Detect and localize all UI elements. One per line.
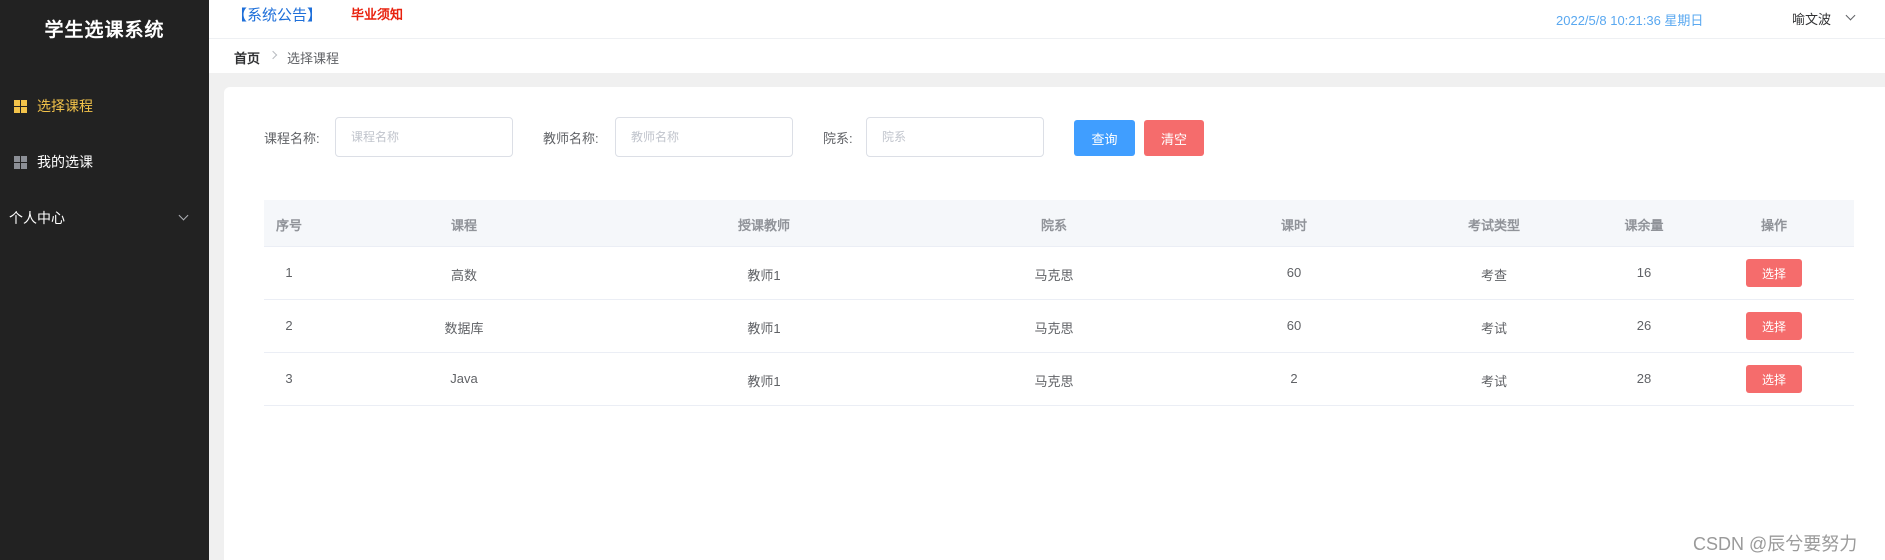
chevron-down-icon bbox=[178, 210, 189, 221]
column-header: 课时 bbox=[1280, 218, 1308, 233]
cell-teacher: 教师1 bbox=[747, 374, 781, 389]
sidebar-item-label: 我的选课 bbox=[37, 154, 93, 170]
breadcrumb-current: 选择课程 bbox=[287, 51, 340, 66]
column-header: 院系 bbox=[1040, 218, 1068, 233]
column-header: 序号 bbox=[275, 218, 303, 233]
teacher-name-input[interactable] bbox=[615, 117, 793, 157]
breadcrumb-home[interactable]: 首页 bbox=[234, 48, 260, 67]
column-header: 考试类型 bbox=[1467, 218, 1521, 233]
select-course-button[interactable]: 选择 bbox=[1746, 259, 1802, 287]
department-label: 院系: bbox=[823, 131, 853, 146]
sidebar-item-label: 选择课程 bbox=[37, 98, 93, 114]
cell-no: 3 bbox=[285, 371, 293, 386]
course-name-label: 课程名称: bbox=[264, 131, 320, 146]
sidebar: 学生选课系统 选择课程 我的选课 个人中心 bbox=[0, 0, 209, 560]
sidebar-item-personal-center[interactable]: 个人中心 bbox=[0, 190, 209, 246]
graduation-notice-link[interactable]: 毕业须知 bbox=[351, 4, 403, 23]
cell-remaining: 28 bbox=[1636, 371, 1652, 386]
chevron-down-icon[interactable] bbox=[1845, 10, 1856, 21]
top-header: 【系统公告】 毕业须知 2022/5/8 10:21:36 星期日 喻文波 bbox=[209, 0, 1885, 38]
chevron-right-icon bbox=[268, 50, 278, 60]
grid-icon bbox=[14, 155, 27, 169]
app-title: 学生选课系统 bbox=[44, 20, 165, 41]
sidebar-item-my-courses[interactable]: 我的选课 bbox=[0, 134, 209, 190]
cell-remaining: 26 bbox=[1636, 318, 1652, 333]
cell-exam-type: 考试 bbox=[1480, 321, 1508, 336]
department-input[interactable] bbox=[866, 117, 1044, 157]
cell-teacher: 教师1 bbox=[747, 268, 781, 283]
cell-exam-type: 考试 bbox=[1480, 374, 1508, 389]
breadcrumb: 首页 选择课程 bbox=[209, 38, 1885, 73]
sidebar-item-label: 个人中心 bbox=[9, 210, 65, 226]
column-header: 授课教师 bbox=[737, 218, 791, 233]
table-row: 2 数据库 教师1 马克思 60 考试 26 选择 bbox=[264, 300, 1854, 353]
cell-department: 马克思 bbox=[1034, 374, 1074, 389]
select-course-button[interactable]: 选择 bbox=[1746, 312, 1802, 340]
cell-department: 马克思 bbox=[1034, 321, 1074, 336]
cell-hours: 60 bbox=[1286, 318, 1302, 333]
course-name-input[interactable] bbox=[335, 117, 513, 157]
column-header: 课余量 bbox=[1624, 218, 1664, 233]
cell-no: 2 bbox=[285, 318, 293, 333]
cell-course: 高数 bbox=[450, 268, 478, 283]
cell-hours: 60 bbox=[1286, 265, 1302, 280]
cell-teacher: 教师1 bbox=[747, 321, 781, 336]
cell-course: 数据库 bbox=[444, 321, 484, 336]
user-menu[interactable]: 喻文波 bbox=[1792, 9, 1831, 28]
cell-department: 马克思 bbox=[1034, 268, 1074, 283]
column-header: 操作 bbox=[1760, 218, 1788, 233]
teacher-name-label: 教师名称: bbox=[543, 131, 599, 146]
cell-hours: 2 bbox=[1290, 371, 1298, 386]
grid-icon bbox=[14, 99, 27, 113]
cell-exam-type: 考查 bbox=[1480, 268, 1508, 283]
select-course-button[interactable]: 选择 bbox=[1746, 365, 1802, 393]
table-row: 1 高数 教师1 马克思 60 考查 16 选择 bbox=[264, 247, 1854, 300]
system-notice-link[interactable]: 【系统公告】 bbox=[232, 4, 322, 25]
watermark: CSDN @辰兮要努力 bbox=[1693, 534, 1858, 554]
query-button[interactable]: 查询 bbox=[1074, 120, 1135, 156]
cell-course: Java bbox=[450, 371, 478, 386]
main-card: 课程名称: 教师名称: 院系: 查询 清空 序号 课程 授课教师 院系 课时 考… bbox=[224, 87, 1885, 560]
cell-remaining: 16 bbox=[1636, 265, 1652, 280]
course-table: 序号 课程 授课教师 院系 课时 考试类型 课余量 操作 1 高数 教师1 马克… bbox=[264, 200, 1854, 406]
column-header: 课程 bbox=[450, 218, 478, 233]
clear-button[interactable]: 清空 bbox=[1144, 120, 1204, 156]
cell-no: 1 bbox=[285, 265, 293, 280]
table-row: 3 Java 教师1 马克思 2 考试 28 选择 bbox=[264, 353, 1854, 406]
sidebar-item-select-course[interactable]: 选择课程 bbox=[0, 78, 209, 134]
table-header: 序号 课程 授课教师 院系 课时 考试类型 课余量 操作 bbox=[264, 200, 1854, 247]
datetime-display: 2022/5/8 10:21:36 星期日 bbox=[1556, 13, 1704, 28]
